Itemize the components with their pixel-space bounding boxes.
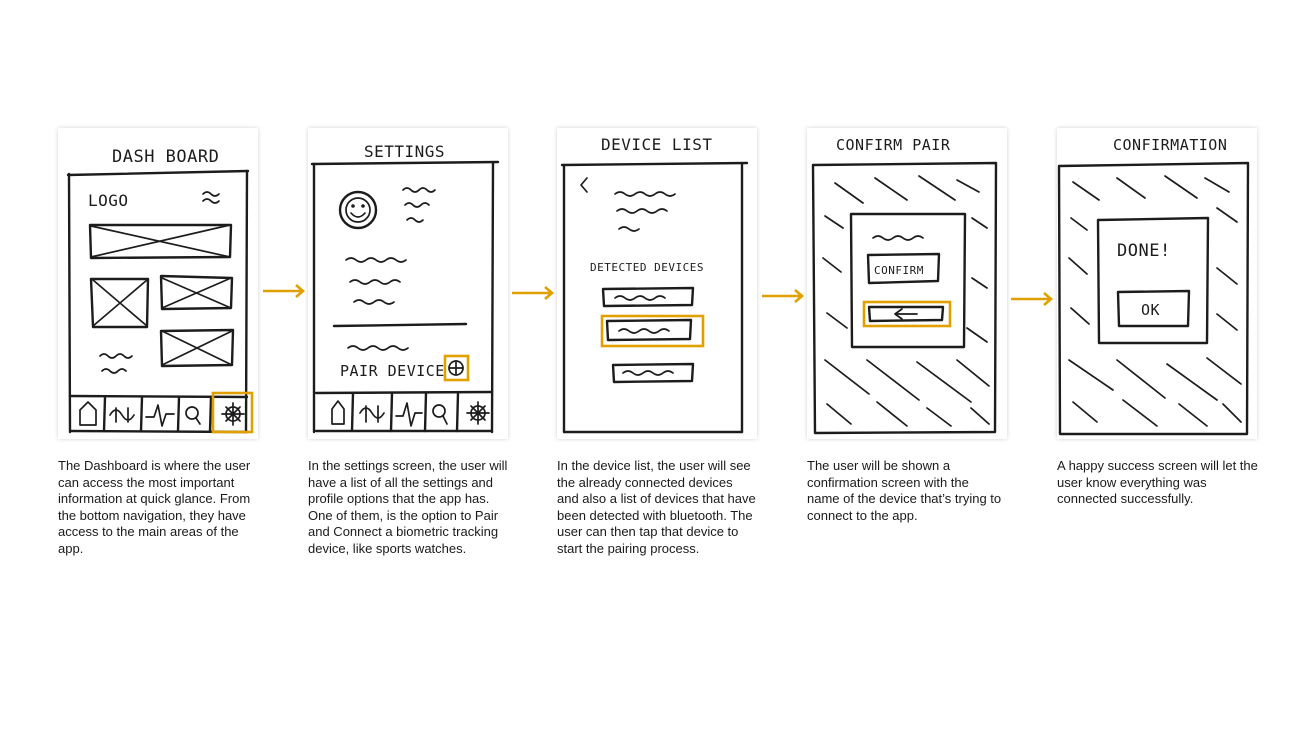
settings-icon[interactable] (466, 401, 490, 425)
settings-text-squiggle (347, 345, 409, 351)
svg-text:CONFIRM: CONFIRM (874, 264, 924, 277)
wireframe-device-list: DEVICE LIST DETECTED DEVICES (557, 128, 757, 439)
text-squiggle (99, 353, 133, 374)
devices-icon[interactable] (109, 407, 135, 423)
back-arrow-icon (894, 308, 918, 320)
device-list-title: DEVICE LIST (601, 135, 712, 154)
heartbeat-icon[interactable] (395, 402, 423, 427)
devices-icon[interactable] (359, 405, 385, 423)
settings-caption: In the settings screen, the user will ha… (308, 458, 508, 556)
image-placeholder (159, 274, 234, 311)
pair-device-label[interactable]: PAIR DEVICE (340, 362, 445, 380)
done-message: DONE! (1117, 241, 1171, 261)
device-list-caption: In the device list, the user will see th… (557, 458, 756, 556)
image-placeholder (159, 328, 235, 368)
menu-icon (202, 191, 220, 204)
wireframe-confirm-pair: CONFIRM PAIR CONFIRM (807, 128, 1007, 439)
search-icon[interactable] (432, 404, 448, 425)
heartbeat-icon[interactable] (145, 404, 175, 427)
search-icon[interactable] (185, 406, 201, 425)
logo-label: LOGO (88, 191, 129, 210)
dashboard-caption: The Dashboard is where the user can acce… (58, 458, 251, 556)
avatar (338, 190, 378, 230)
hero-image-placeholder (88, 223, 233, 260)
confirm-button[interactable]: CONFIRM (866, 252, 941, 285)
wireframe-dashboard: DASH BOARD LOGO (58, 128, 258, 439)
home-icon[interactable] (331, 400, 345, 425)
confirmation-title: CONFIRMATION (1113, 136, 1227, 154)
settings-title: SETTINGS (364, 142, 445, 161)
cancel-button[interactable] (862, 300, 952, 328)
add-device-button[interactable] (443, 354, 470, 382)
flow-arrow (1010, 292, 1054, 306)
detected-devices-label: DETECTED DEVICES (590, 261, 704, 274)
device-name-squiggle (872, 235, 924, 241)
svg-text:OK: OK (1141, 301, 1160, 319)
wireframe-confirmation: CONFIRMATION DONE! OK (1057, 128, 1257, 439)
image-placeholder (89, 277, 150, 329)
profile-text-squiggle (402, 187, 436, 223)
ok-button[interactable]: OK (1116, 289, 1191, 328)
confirm-pair-caption: The user will be shown a confirmation sc… (807, 458, 1002, 523)
confirm-pair-title: CONFIRM PAIR (836, 136, 951, 154)
back-icon (580, 177, 588, 193)
dashboard-title: DASH BOARD (112, 147, 219, 167)
settings-text-squiggle (345, 257, 407, 305)
wireframe-settings: SETTINGS PAIR DEVICE (308, 128, 508, 439)
device-list-item[interactable] (601, 286, 695, 308)
flow-arrow (262, 284, 306, 298)
flow-arrow (511, 286, 555, 300)
flow-arrow (761, 289, 805, 303)
connected-devices-squiggle (614, 191, 676, 232)
device-list-item[interactable] (600, 314, 705, 348)
confirmation-caption: A happy success screen will let the user… (1057, 458, 1258, 506)
home-icon[interactable] (79, 401, 97, 426)
device-list-item[interactable] (611, 362, 695, 384)
